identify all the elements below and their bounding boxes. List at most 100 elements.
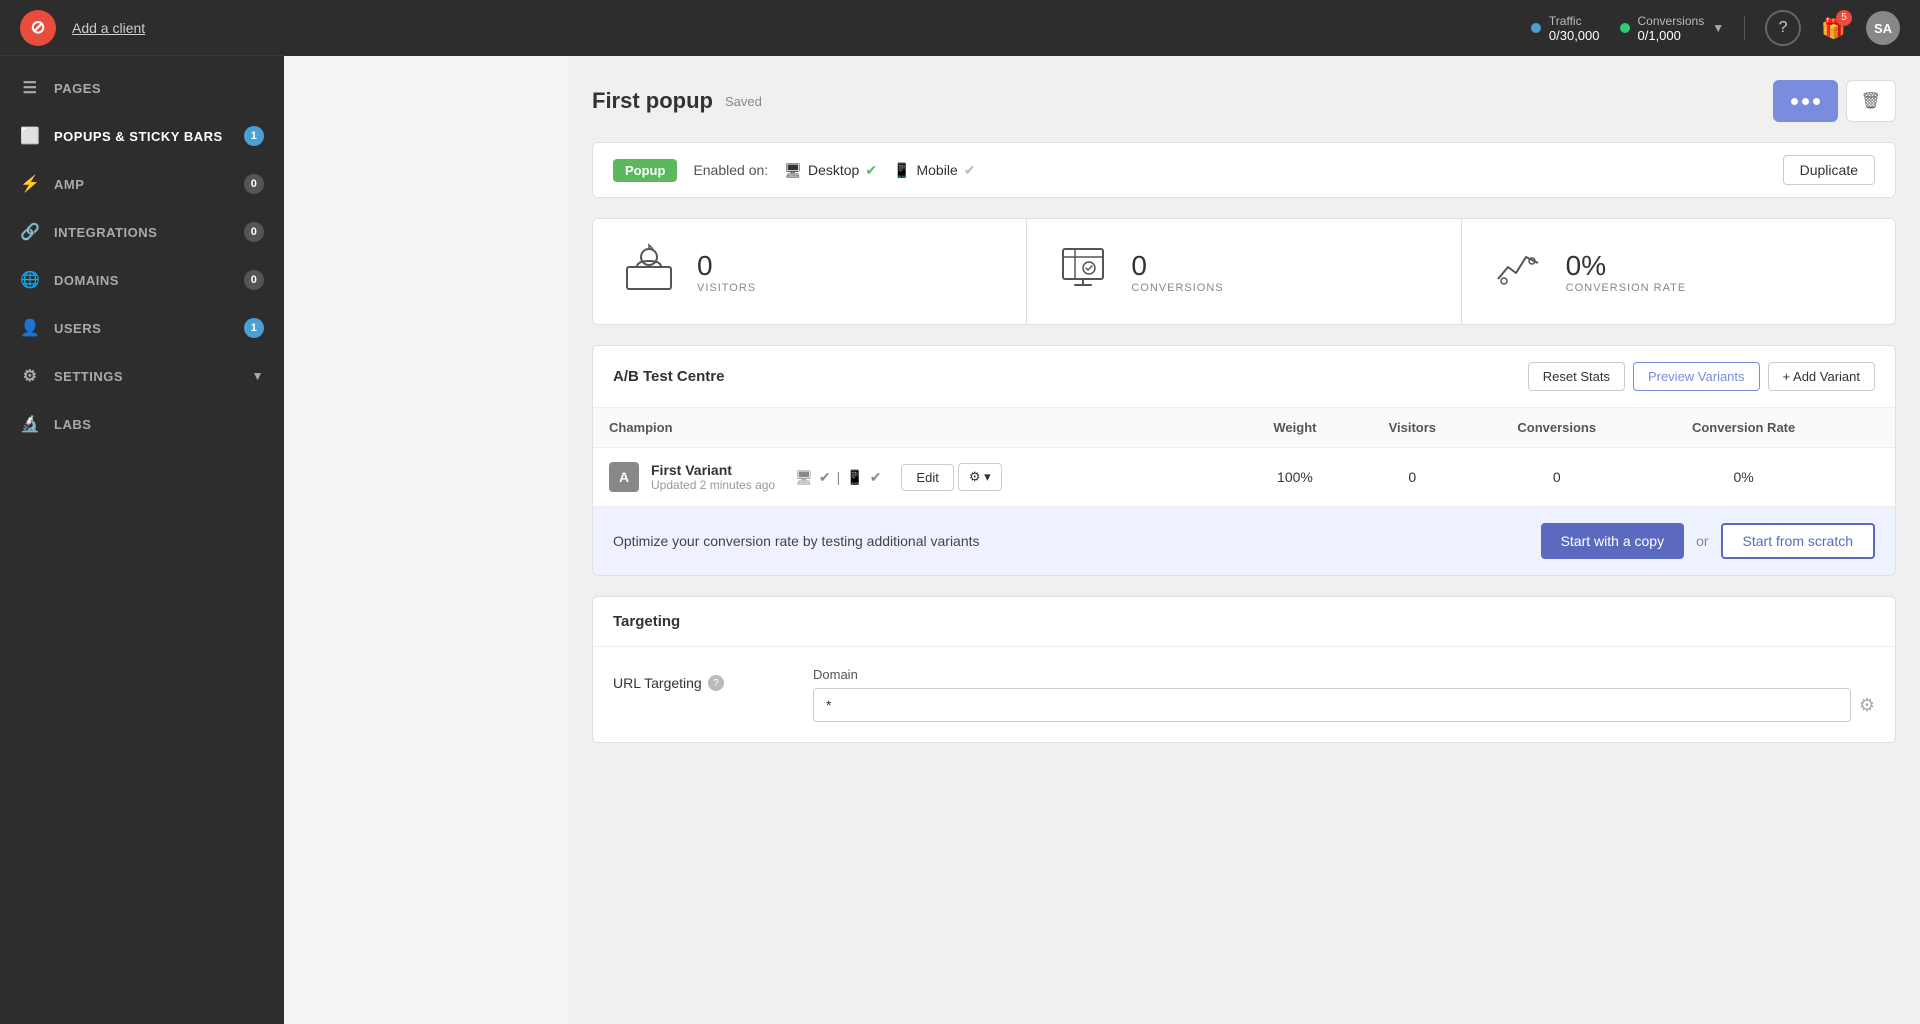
visitors-stat-info: 0 VISITORS: [697, 250, 756, 294]
dot3: [1813, 98, 1820, 105]
desktop-check-icon: ✔: [865, 162, 877, 179]
ab-test-section: A/B Test Centre Reset Stats Preview Vari…: [592, 345, 1896, 576]
variant-name: First Variant: [651, 462, 775, 478]
help-button[interactable]: ?: [1765, 10, 1801, 46]
settings-icon: ⚙: [20, 366, 40, 386]
sidebar-item-label: SETTINGS: [54, 369, 123, 384]
sidebar-item-pages[interactable]: ☰ PAGES: [0, 64, 284, 112]
url-targeting-info-icon[interactable]: ?: [708, 675, 724, 691]
device-separator: |: [837, 469, 841, 485]
mobile-label: Mobile: [916, 162, 957, 178]
delete-button[interactable]: 🗑: [1846, 80, 1896, 122]
ab-test-header-row: Champion Weight Visitors Conversions Con…: [593, 408, 1895, 448]
ab-test-header: A/B Test Centre Reset Stats Preview Vari…: [593, 346, 1895, 408]
url-targeting-label-col: URL Targeting ?: [613, 667, 773, 691]
edit-variant-button[interactable]: Edit: [901, 464, 953, 491]
app-logo[interactable]: ⊘: [20, 10, 56, 46]
url-targeting-label: URL Targeting: [613, 675, 702, 691]
sidebar-item-label: DOMAINS: [54, 273, 119, 288]
start-with-copy-button[interactable]: Start with a copy: [1541, 523, 1685, 559]
sidebar-item-labs[interactable]: 🔬 LABS: [0, 400, 284, 448]
ab-test-thead: Champion Weight Visitors Conversions Con…: [593, 408, 1895, 448]
gift-badge: 5: [1836, 10, 1852, 26]
preview-variants-button[interactable]: Preview Variants: [1633, 362, 1760, 391]
duplicate-button[interactable]: Duplicate: [1783, 155, 1875, 185]
desktop-device: 🖥 Desktop ✔: [784, 162, 877, 179]
conversion-rate-cell: 0%: [1641, 448, 1847, 507]
enabled-left: Popup Enabled on: 🖥 Desktop ✔ 📱 Mobile ✔: [613, 159, 975, 182]
reset-stats-button[interactable]: Reset Stats: [1528, 362, 1625, 391]
header-actions: 🗑: [1773, 80, 1896, 122]
sidebar: ⊘ Add a client ☰ PAGES ⬜ POPUPS & STICKY…: [0, 0, 284, 1024]
visitors-stat-card: 0 VISITORS: [592, 218, 1027, 325]
add-variant-button[interactable]: + Add Variant: [1768, 362, 1875, 391]
domains-badge: 0: [244, 270, 264, 290]
sidebar-logo: ⊘ Add a client: [0, 0, 284, 56]
domain-input-row: ⚙: [813, 688, 1875, 722]
popup-tag: Popup: [613, 159, 677, 182]
targeting-section: Targeting URL Targeting ? Domain ⚙: [592, 596, 1896, 743]
desktop-icon: 🖥: [784, 162, 802, 179]
enabled-label: Enabled on:: [693, 162, 768, 178]
saved-badge: Saved: [725, 94, 762, 109]
page-title: First popup: [592, 88, 713, 114]
variant-desktop-icon: 🖥: [795, 469, 813, 486]
add-client-link[interactable]: Add a client: [72, 20, 145, 36]
avatar[interactable]: SA: [1866, 11, 1900, 45]
conversions-label: Conversions: [1638, 14, 1705, 28]
gift-button[interactable]: 🎁 5: [1821, 16, 1846, 41]
dot1: [1791, 98, 1798, 105]
dots-menu-button[interactable]: [1773, 80, 1838, 122]
ab-test-cta-row: Optimize your conversion rate by testing…: [593, 507, 1895, 575]
targeting-title: Targeting: [613, 613, 680, 630]
conversion-rate-num: 0%: [1566, 250, 1687, 282]
domain-label: Domain: [813, 667, 1875, 682]
variant-device-icons: 🖥 ✔ | 📱 ✔: [795, 469, 881, 486]
sidebar-item-users[interactable]: 👤 USERS 1: [0, 304, 284, 352]
sidebar-item-label: POPUPS & STICKY BARS: [54, 129, 223, 144]
visitors-label: VISITORS: [697, 282, 756, 294]
conversion-rate-stat-info: 0% CONVERSION RATE: [1566, 250, 1687, 294]
integrations-badge: 0: [244, 222, 264, 242]
conversions-cell: 0: [1473, 448, 1641, 507]
targeting-header: Targeting: [593, 597, 1895, 647]
start-from-scratch-button[interactable]: Start from scratch: [1721, 523, 1875, 559]
mobile-check-icon: ✔: [964, 162, 976, 179]
traffic-label: Traffic: [1549, 14, 1600, 28]
variant-gear-button[interactable]: ⚙ ▾: [958, 463, 1002, 491]
row-actions-cell: [1846, 448, 1895, 507]
conversions-stat-info: 0 CONVERSIONS: [1131, 250, 1223, 294]
col-visitors: Visitors: [1352, 408, 1473, 448]
sidebar-item-settings[interactable]: ⚙ SETTINGS ▼: [0, 352, 284, 400]
conversion-rate-icon: [1486, 239, 1550, 304]
conversions-stat[interactable]: Conversions 0/1,000 ▼: [1620, 14, 1725, 43]
sidebar-nav: ☰ PAGES ⬜ POPUPS & STICKY BARS 1 ⚡ AMP 0…: [0, 56, 284, 1024]
conversions-num: 0: [1131, 250, 1223, 282]
variant-letter: A: [609, 462, 639, 492]
traffic-stat: Traffic 0/30,000: [1531, 14, 1600, 43]
sidebar-item-label: AMP: [54, 177, 84, 192]
domain-gear-icon[interactable]: ⚙: [1859, 695, 1875, 716]
visitors-cell: 0: [1352, 448, 1473, 507]
dot2: [1802, 98, 1809, 105]
conversions-label: CONVERSIONS: [1131, 282, 1223, 294]
integrations-icon: 🔗: [20, 222, 40, 242]
desktop-label: Desktop: [808, 162, 859, 178]
sidebar-item-amp[interactable]: ⚡ AMP 0: [0, 160, 284, 208]
variant-desktop-check: ✔: [819, 469, 831, 486]
traffic-dot: [1531, 23, 1541, 33]
users-badge: 1: [244, 318, 264, 338]
topbar: Traffic 0/30,000 Conversions 0/1,000 ▼ ?…: [284, 0, 1920, 56]
variant-mobile-check: ✔: [870, 469, 882, 486]
sidebar-item-label: PAGES: [54, 81, 101, 96]
sidebar-item-popups[interactable]: ⬜ POPUPS & STICKY BARS 1: [0, 112, 284, 160]
weight-cell: 100%: [1238, 448, 1352, 507]
targeting-body: URL Targeting ? Domain ⚙: [593, 647, 1895, 742]
sidebar-item-integrations[interactable]: 🔗 INTEGRATIONS 0: [0, 208, 284, 256]
ab-test-title: A/B Test Centre: [613, 368, 724, 385]
sidebar-item-domains[interactable]: 🌐 DOMAINS 0: [0, 256, 284, 304]
conversions-chevron-icon[interactable]: ▼: [1712, 21, 1724, 35]
amp-badge: 0: [244, 174, 264, 194]
settings-chevron-icon: ▼: [252, 369, 264, 383]
domain-input[interactable]: [813, 688, 1851, 722]
